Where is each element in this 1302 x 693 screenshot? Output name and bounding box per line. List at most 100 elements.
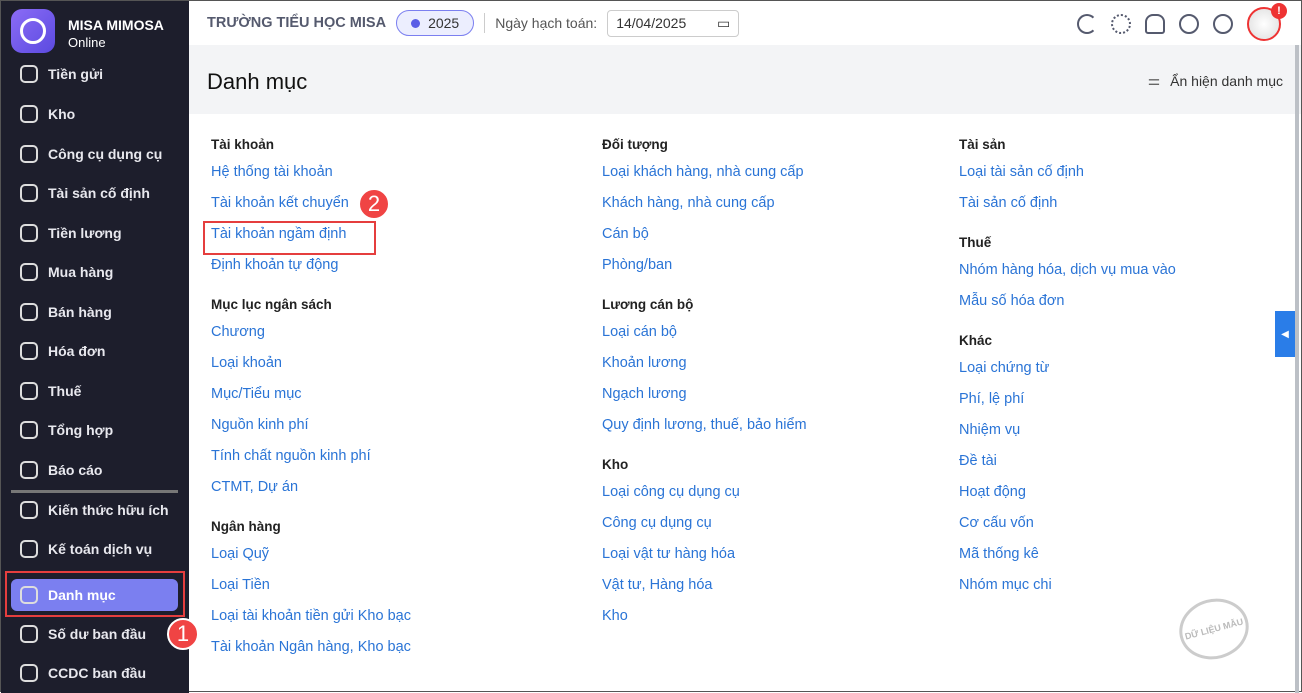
date-input[interactable]: 14/04/2025 ▭	[607, 9, 740, 37]
year-value: 2025	[428, 15, 460, 31]
sliders-icon: ⚌	[1147, 72, 1161, 88]
group-title: Đối tượng	[602, 137, 668, 152]
toggle-categories-button[interactable]: ⚌ Ẩn hiện danh mục	[1148, 72, 1283, 89]
sidebar-item-label: Hóa đơn	[48, 343, 106, 359]
help-icon[interactable]	[1179, 14, 1199, 34]
category-link[interactable]: Hệ thống tài khoản	[211, 157, 411, 188]
year-selector[interactable]: 2025	[396, 10, 475, 36]
invoice-icon	[20, 342, 38, 360]
category-link[interactable]: Nhóm mục chi	[959, 570, 1176, 601]
sidebar-item-label: Công cụ dụng cụ	[48, 146, 163, 162]
sidebar-item[interactable]: Thuế	[11, 375, 178, 407]
sidebar-item[interactable]: Kiến thức hữu ích	[11, 494, 178, 526]
sidebar-item[interactable]: Hóa đơn	[11, 335, 178, 367]
category-link[interactable]: Kho	[602, 601, 807, 632]
brand-name: MISA MIMOSA	[68, 17, 164, 33]
brand-sub: Online	[68, 35, 106, 50]
category-link[interactable]: Tài khoản Ngân hàng, Kho bạc	[211, 632, 411, 663]
collapse-panel-button[interactable]: ◀	[1275, 311, 1295, 357]
category-link[interactable]: Vật tư, Hàng hóa	[602, 570, 807, 601]
category-link[interactable]: Cán bộ	[602, 219, 807, 250]
group-title: Mục lục ngân sách	[211, 297, 332, 312]
group-title: Khác	[959, 333, 993, 348]
category-link[interactable]: Chương	[211, 317, 411, 348]
category-link[interactable]: Hoạt động	[959, 477, 1176, 508]
category-link[interactable]: Loại khoản	[211, 348, 411, 379]
sidebar-item[interactable]: Số dư ban đầu	[11, 618, 178, 650]
sidebar-item[interactable]: Bán hàng	[11, 296, 178, 328]
dot-icon	[411, 18, 421, 28]
sidebar-item-label: Kế toán dịch vụ	[48, 541, 153, 557]
category-column: Tài sản Loại tài sản cố định Tài sản cố đị…	[959, 137, 1176, 601]
category-link[interactable]: Loại Tiền	[211, 570, 411, 601]
sidebar-item[interactable]: CCDC ban đầu	[11, 657, 178, 689]
callout-2: 2	[358, 188, 390, 220]
category-link[interactable]: Loại tài sản cố định	[959, 157, 1176, 188]
sidebar-item[interactable]: Tiền gửi	[11, 58, 178, 90]
tax-icon	[20, 382, 38, 400]
category-link[interactable]: Loại vật tư hàng hóa	[602, 539, 807, 570]
avatar[interactable]: !	[1247, 3, 1287, 41]
category-column: Đối tượng Loại khách hàng, nhà cung cấp Kh…	[602, 137, 807, 632]
category-link[interactable]: CTMT, Dự án	[211, 472, 411, 503]
sidebar-item[interactable]: Tiền lương	[11, 217, 178, 249]
calendar-icon[interactable]: ▭	[717, 15, 730, 32]
group-title: Thuế	[959, 235, 992, 250]
category-link[interactable]: Loại công cụ dụng cụ	[602, 477, 807, 508]
category-link[interactable]: Phòng/ban	[602, 250, 807, 281]
category-link[interactable]: Mẫu số hóa đơn	[959, 286, 1176, 317]
category-link[interactable]: Nhiệm vụ	[959, 415, 1176, 446]
category-link[interactable]: Loại tài khoản tiền gửi Kho bạc	[211, 601, 411, 632]
category-link[interactable]: Đề tài	[959, 446, 1176, 477]
category-link[interactable]: Mã thống kê	[959, 539, 1176, 570]
category-link[interactable]: Quy định lương, thuế, bảo hiểm	[602, 410, 807, 441]
highlight-box-1	[5, 571, 185, 617]
group-title: Ngân hàng	[211, 519, 281, 534]
devices-icon	[20, 664, 38, 682]
category-link[interactable]: Nhóm hàng hóa, dịch vụ mua vào	[959, 255, 1176, 286]
category-link[interactable]: Loại Quỹ	[211, 539, 411, 570]
sidebar-item[interactable]: Tổng hợp	[11, 414, 178, 446]
sidebar-item[interactable]: Công cụ dụng cụ	[11, 138, 178, 170]
category-link[interactable]: Phí, lệ phí	[959, 384, 1176, 415]
page-title: Danh mục	[207, 69, 308, 94]
category-link[interactable]: Khoản lương	[602, 348, 807, 379]
category-link[interactable]: Loại cán bộ	[602, 317, 807, 348]
bell-icon[interactable]	[1145, 14, 1165, 34]
sidebar-item[interactable]: Báo cáo	[11, 454, 178, 486]
misa-logo	[11, 9, 55, 53]
toggle-label: Ẩn hiện danh mục	[1170, 72, 1283, 89]
watermark-stamp: DỮ LIỆU MẪU	[1172, 590, 1256, 668]
cart-icon	[20, 263, 38, 281]
category-link[interactable]: Loại chứng từ	[959, 353, 1176, 384]
header: TRƯỜNG TIỂU HỌC MISA 2025 Ngày hạch toán…	[189, 1, 1301, 45]
sidebar-divider	[11, 490, 178, 493]
category-link[interactable]: Ngạch lương	[602, 379, 807, 410]
category-link[interactable]: Loại khách hàng, nhà cung cấp	[602, 157, 807, 188]
group-title: Tài khoản	[211, 137, 275, 152]
category-link[interactable]: Tài sản cố định	[959, 188, 1176, 219]
gear-icon[interactable]	[1111, 14, 1131, 34]
book-icon	[20, 501, 38, 519]
category-link[interactable]: Cơ cấu vốn	[959, 508, 1176, 539]
category-link[interactable]: Khách hàng, nhà cung cấp	[602, 188, 807, 219]
category-link[interactable]: Nguồn kinh phí	[211, 410, 411, 441]
sidebar-item-label: Tổng hợp	[48, 422, 114, 438]
sidebar-item[interactable]: Mua hàng	[11, 256, 178, 288]
sidebar-item-label: Bán hàng	[48, 304, 112, 320]
category-link[interactable]: Tính chất nguồn kinh phí	[211, 441, 411, 472]
refresh-search-icon[interactable]	[1077, 14, 1097, 34]
category-link[interactable]: Công cụ dụng cụ	[602, 508, 807, 539]
scrollbar[interactable]	[1295, 45, 1299, 693]
sidebar-item-label: Số dư ban đầu	[48, 626, 147, 642]
category-link[interactable]: Mục/Tiểu mục	[211, 379, 411, 410]
sidebar-item-label: Thuế	[48, 383, 82, 399]
sidebar-item[interactable]: Kho	[11, 98, 178, 130]
sidebar-item[interactable]: Kế toán dịch vụ	[11, 533, 178, 565]
sidebar-item-label: Mua hàng	[48, 264, 114, 280]
sidebar-item-label: Tiền lương	[48, 225, 122, 241]
highlight-box-2	[203, 221, 376, 255]
more-icon[interactable]	[1213, 14, 1233, 34]
date-label: Ngày hạch toán:	[495, 15, 598, 31]
sidebar-item[interactable]: Tài sản cố định	[11, 177, 178, 209]
